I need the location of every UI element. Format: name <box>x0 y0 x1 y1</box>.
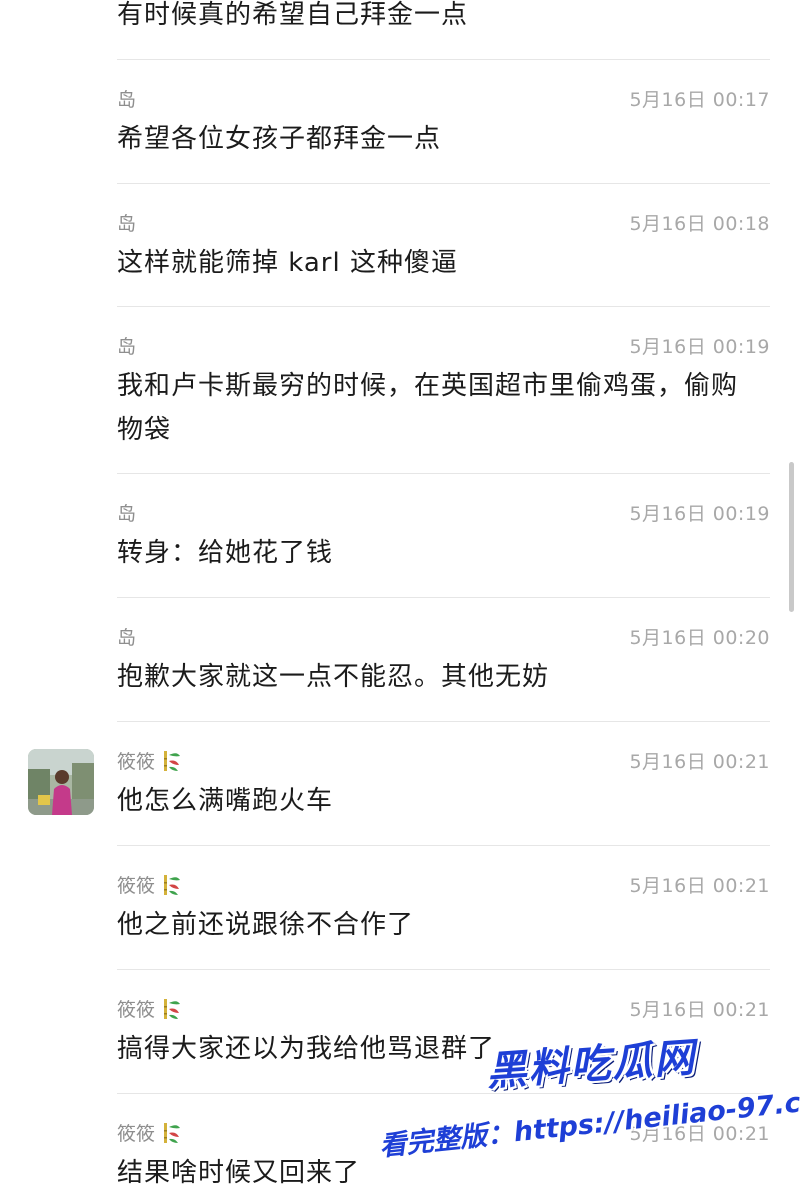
message-time: 5月16日 00:18 <box>629 213 770 235</box>
message-text: 这样就能筛掉 karl 这种傻逼 <box>117 248 458 278</box>
sender-name: 岛 <box>117 89 137 111</box>
bamboo-icon <box>164 750 181 771</box>
message-time: 5月16日 00:19 <box>629 336 770 358</box>
sender-name-text: 筱筱 <box>117 751 156 773</box>
message-time: 5月16日 00:21 <box>629 875 770 897</box>
message-item[interactable]: 筱筱 5月16日 00:21 他之前还说跟徐不合作了 <box>0 845 800 969</box>
message-item[interactable]: 岛 5月16日 00:19 转身：给她花了钱 <box>0 473 800 597</box>
bamboo-icon <box>164 1122 181 1143</box>
message-time: 5月16日 00:21 <box>629 999 770 1021</box>
message-item[interactable]: 岛 5月16日 00:19 我和卢卡斯最穷的时候，在英国超市里偷鸡蛋，偷购物袋 <box>0 306 800 473</box>
message-text: 希望各位女孩子都拜金一点 <box>117 124 442 154</box>
message-text: 他之前还说跟徐不合作了 <box>117 910 415 940</box>
message-item[interactable]: 筱筱 5月16日 00:21 他怎么满嘴跑火车 <box>0 721 800 845</box>
sender-name: 筱筱 <box>117 995 183 1022</box>
message-time: 5月16日 00:20 <box>629 627 770 649</box>
avatar-photo <box>28 749 94 815</box>
message-item[interactable]: 岛 5月16日 00:20 抱歉大家就这一点不能忍。其他无妨 <box>0 597 800 721</box>
chat-screen: 有时候真的希望自己拜金一点 岛 5月16日 00:17 希望各位女孩子都拜金一点… <box>0 0 800 1200</box>
watermark-title: 黑料吃瓜网 <box>484 1034 698 1096</box>
bamboo-icon <box>164 874 181 895</box>
watermark: 黑料吃瓜网 看完整版：https://heiliao-97.com <box>378 1030 800 1200</box>
sender-name-text: 筱筱 <box>117 875 156 897</box>
sender-name: 岛 <box>117 336 137 358</box>
sender-name: 岛 <box>117 627 137 649</box>
message-time: 5月16日 00:19 <box>629 503 770 525</box>
sender-name: 筱筱 <box>117 747 183 774</box>
message-text: 我和卢卡斯最穷的时候，在英国超市里偷鸡蛋，偷购物袋 <box>117 371 739 445</box>
sender-name: 岛 <box>117 213 137 235</box>
message-time: 5月16日 00:21 <box>629 751 770 773</box>
sender-name: 岛 <box>117 503 137 525</box>
message-time: 5月16日 00:17 <box>629 89 770 111</box>
message-text: 抱歉大家就这一点不能忍。其他无妨 <box>117 662 550 692</box>
message-text: 有时候真的希望自己拜金一点 <box>117 0 469 30</box>
message-item[interactable]: 岛 5月16日 00:17 希望各位女孩子都拜金一点 <box>0 59 800 183</box>
sender-name-text: 筱筱 <box>117 1123 156 1145</box>
scrollbar[interactable] <box>789 462 794 612</box>
message-item[interactable]: 岛 5月16日 00:18 这样就能筛掉 karl 这种傻逼 <box>0 183 800 306</box>
message-text: 他怎么满嘴跑火车 <box>117 786 334 816</box>
sender-name: 筱筱 <box>117 871 183 898</box>
avatar[interactable] <box>28 749 94 815</box>
sender-name-text: 筱筱 <box>117 999 156 1021</box>
bamboo-icon <box>164 998 181 1019</box>
message-text: 转身：给她花了钱 <box>117 538 334 568</box>
sender-name: 筱筱 <box>117 1119 183 1146</box>
